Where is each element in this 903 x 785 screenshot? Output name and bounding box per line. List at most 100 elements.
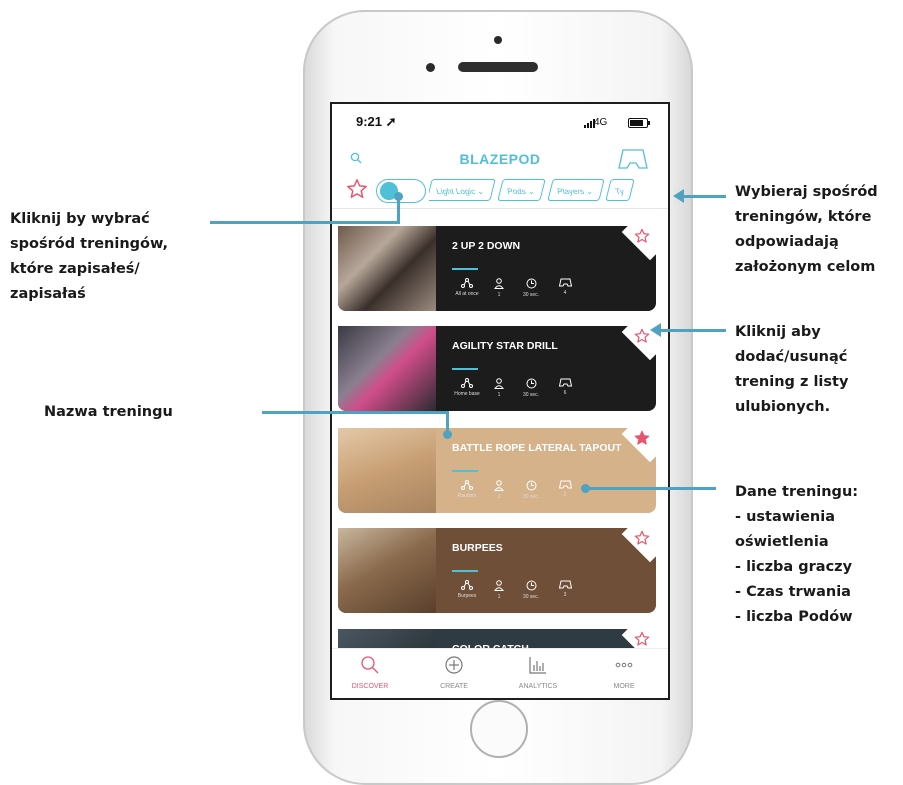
favorite-star-icon[interactable] <box>634 228 650 249</box>
players-icon <box>482 580 516 591</box>
pods-icon <box>548 580 582 589</box>
title-underline <box>452 268 478 270</box>
training-stat: 30 sec. <box>514 480 548 500</box>
stat-value: 2 <box>563 492 567 498</box>
stat-value: Burpees <box>457 593 477 599</box>
header-divider <box>332 208 668 209</box>
training-card[interactable]: AGILITY STAR DRILL Home base 1 30 sec. 6 <box>338 326 656 411</box>
training-stat: 4 <box>548 278 582 296</box>
training-stat: Home base <box>450 378 484 397</box>
nav-discover[interactable]: DISCOVER <box>340 655 400 690</box>
connector-name-dot <box>443 430 452 439</box>
players-icon <box>482 480 516 491</box>
annotation-filters: Wybieraj spośród treningów, które odpowi… <box>735 184 878 275</box>
earpiece-speaker <box>458 62 538 72</box>
stat-value: 30 sec. <box>522 292 540 298</box>
favorite-star-icon[interactable] <box>634 430 650 451</box>
favorite-star-icon[interactable] <box>634 328 650 349</box>
stat-value: 1 <box>497 392 501 398</box>
training-stat: 30 sec. <box>514 278 548 298</box>
training-stat: 1 <box>482 480 516 500</box>
training-title: 2 UP 2 DOWN <box>452 240 521 252</box>
title-underline <box>452 570 478 572</box>
players-icon <box>482 378 516 389</box>
training-card[interactable]: 2 UP 2 DOWN All at once 1 30 sec. 4 <box>338 226 656 311</box>
filter-players[interactable]: Players ⌄ <box>547 179 605 201</box>
stat-value: All at once <box>455 291 479 297</box>
training-card[interactable]: BATTLE ROPE LATERAL TAPOUT Random 1 30 sec.… <box>338 428 656 513</box>
training-stat: Random <box>450 480 484 499</box>
stat-value: 1 <box>497 494 501 500</box>
nav-analytics[interactable]: ANALYTICS <box>508 655 568 690</box>
connector-name <box>262 411 449 414</box>
duration-icon <box>514 278 548 289</box>
stat-value: Random <box>457 493 477 499</box>
training-stat: 30 sec. <box>514 378 548 398</box>
connector-filters-arrow <box>673 189 684 203</box>
players-icon <box>482 278 516 289</box>
training-photo <box>338 326 436 411</box>
duration-icon <box>514 580 548 591</box>
light-logic-icon <box>450 580 484 590</box>
stat-value: 1 <box>497 292 501 298</box>
battery-tip <box>648 121 650 125</box>
connector-saved <box>210 221 398 224</box>
training-stat: 30 sec. <box>514 580 548 600</box>
nav-create-label: CREATE <box>440 683 468 690</box>
pod-connect-icon[interactable] <box>617 148 649 175</box>
more-icon <box>615 662 633 668</box>
training-title: BATTLE ROPE LATERAL TAPOUT <box>452 442 622 454</box>
analytics-icon <box>529 657 546 674</box>
training-stat: 3 <box>548 580 582 598</box>
connector-filters <box>684 195 726 198</box>
bottom-nav: DISCOVER CREATE ANALYTICS MORE <box>332 648 668 698</box>
nav-analytics-label: ANALYTICS <box>518 683 558 690</box>
annotation-favorite: Kliknij aby dodać/usunąć trening z listy… <box>735 324 849 415</box>
light-logic-icon <box>450 278 484 288</box>
network-type: 4G <box>594 117 608 128</box>
training-stat: All at once <box>450 278 484 297</box>
status-time: 9:21 ➚ <box>356 114 397 129</box>
light-logic-icon <box>450 480 484 490</box>
connector-favorite-arrow <box>650 323 661 337</box>
favorites-star-icon[interactable] <box>346 178 368 205</box>
training-title: BURPEES <box>452 542 503 554</box>
pods-icon <box>548 378 582 387</box>
title-underline <box>452 368 478 370</box>
training-title: AGILITY STAR DRILL <box>452 340 558 352</box>
home-button[interactable] <box>470 700 528 758</box>
filter-light-logic[interactable]: Light Logic ⌄ <box>429 179 496 201</box>
training-stat: 1 <box>482 278 516 298</box>
favorite-star-icon[interactable] <box>634 530 650 551</box>
filter-pods[interactable]: Pods ⌄ <box>496 179 546 201</box>
stat-value: 3 <box>563 592 567 598</box>
training-photo <box>338 428 436 513</box>
annotation-saved: Kliknij by wybrać spośród treningów, któ… <box>10 211 168 302</box>
duration-icon <box>514 378 548 389</box>
connector-favorite <box>661 329 726 332</box>
training-stat: 2 <box>548 480 582 498</box>
training-stat: Burpees <box>450 580 484 599</box>
nav-more[interactable]: MORE <box>594 655 654 690</box>
training-photo <box>338 528 436 613</box>
battery-icon <box>628 118 648 128</box>
title-underline <box>452 470 478 472</box>
pods-icon <box>548 480 582 489</box>
create-icon <box>445 656 463 674</box>
front-camera <box>494 36 502 44</box>
stat-value: 30 sec. <box>522 392 540 398</box>
training-card[interactable]: BURPEES Burpees 1 30 sec. 3 <box>338 528 656 613</box>
stat-value: 30 sec. <box>522 494 540 500</box>
training-stat: 6 <box>548 378 582 396</box>
nav-more-label: MORE <box>613 683 635 690</box>
nav-create[interactable]: CREATE <box>424 655 484 690</box>
training-stat: 1 <box>482 580 516 600</box>
nav-discover-label: DISCOVER <box>351 683 389 690</box>
filter-bar: Light Logic ⌄ Pods ⌄ Players ⌄ Ty <box>429 179 668 203</box>
connector-saved-dot <box>394 192 403 201</box>
annotation-data: Dane treningu: - ustawienia oświetlenia … <box>735 484 859 625</box>
filter-type[interactable]: Ty <box>605 179 636 201</box>
stat-value: Home base <box>454 391 480 397</box>
stat-value: 30 sec. <box>522 594 540 600</box>
stat-value: 6 <box>563 390 567 396</box>
